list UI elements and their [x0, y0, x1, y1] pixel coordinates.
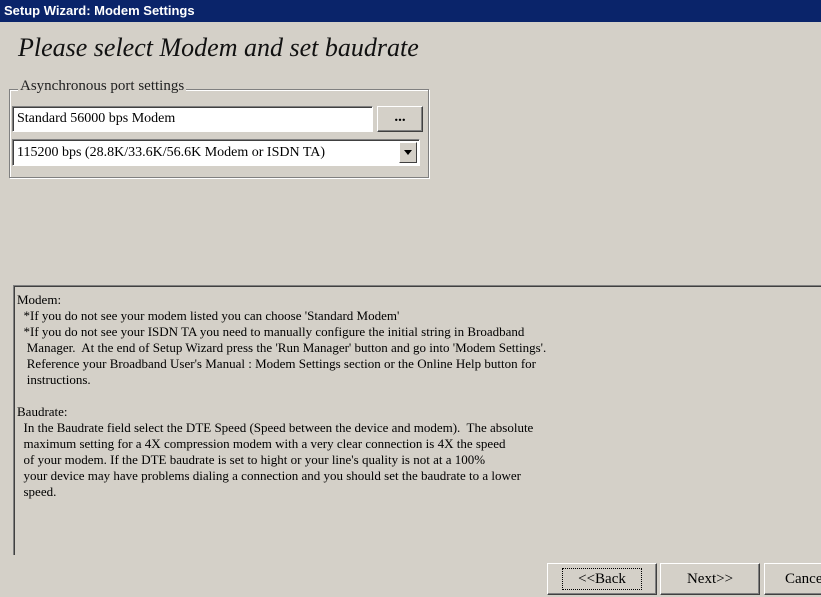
window-title: Setup Wizard: Modem Settings — [0, 0, 821, 22]
info-line: your device may have problems dialing a … — [17, 468, 521, 483]
next-button[interactable]: Next>> — [660, 563, 760, 595]
info-line: *If you do not see your ISDN TA you need… — [17, 324, 525, 339]
back-button[interactable]: <<Back — [547, 563, 657, 595]
page-heading: Please select Modem and set baudrate — [18, 33, 419, 62]
port-settings-label: Asynchronous port settings — [18, 78, 187, 95]
info-text-panel: Modem: *If you do not see your modem lis… — [13, 285, 821, 555]
info-line: Baudrate: — [17, 404, 68, 419]
modem-field[interactable]: Standard 56000 bps Modem — [12, 106, 373, 132]
info-line — [17, 388, 821, 404]
info-line: *If you do not see your modem listed you… — [17, 308, 400, 323]
info-line: instructions. — [17, 372, 91, 387]
info-line: Manager. At the end of Setup Wizard pres… — [17, 340, 547, 355]
info-line: of your modem. If the DTE baudrate is se… — [17, 452, 486, 467]
info-line: speed. — [17, 484, 57, 499]
cancel-button[interactable]: Cancel — [764, 563, 821, 595]
info-line: Modem: — [17, 292, 62, 307]
info-line: maximum setting for a 4X compression mod… — [17, 436, 506, 451]
back-button-label: <<Back — [562, 568, 642, 590]
baudrate-selected-value: 115200 bps (28.8K/33.6K/56.6K Modem or I… — [17, 145, 326, 160]
browse-modem-button[interactable]: ... — [377, 106, 423, 132]
info-line: Reference your Broadband User's Manual :… — [17, 356, 536, 371]
info-line: In the Baudrate field select the DTE Spe… — [17, 420, 534, 435]
baudrate-select[interactable]: 115200 bps (28.8K/33.6K/56.6K Modem or I… — [12, 139, 420, 166]
chevron-down-icon[interactable] — [399, 142, 417, 163]
